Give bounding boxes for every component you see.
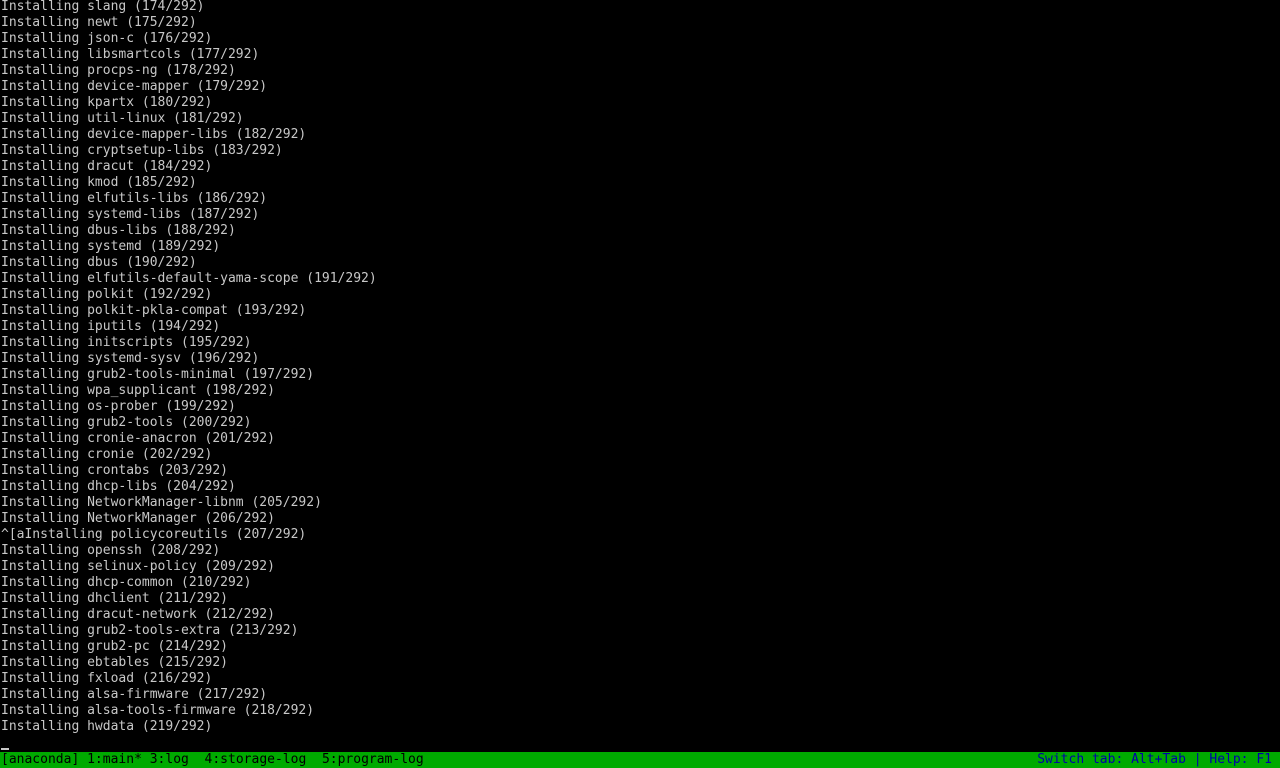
help-hint: Switch tab: Alt+Tab | Help: F1 <box>1037 752 1272 767</box>
text-cursor <box>1 748 9 750</box>
log-line: Installing NetworkManager-libnm (205/292… <box>1 495 322 510</box>
log-line: ^[aInstalling policycoreutils (207/292) <box>1 527 307 542</box>
tab-program-log[interactable]: 5:program-log <box>322 752 424 767</box>
terminal-screen: Installing slang (174/292) Installing ne… <box>0 0 1280 768</box>
log-line: Installing grub2-tools-extra (213/292) <box>1 623 299 638</box>
log-line: Installing procps-ng (178/292) <box>1 63 236 78</box>
log-line: Installing polkit-pkla-compat (193/292) <box>1 303 307 318</box>
log-line: Installing hwdata (219/292) <box>1 719 213 734</box>
log-line: Installing grub2-pc (214/292) <box>1 639 228 654</box>
log-line: Installing device-mapper-libs (182/292) <box>1 127 307 142</box>
log-line: Installing dhcp-libs (204/292) <box>1 479 236 494</box>
log-line: Installing dracut-network (212/292) <box>1 607 275 622</box>
log-line: Installing json-c (176/292) <box>1 31 213 46</box>
tmux-status-bar: [anaconda] 1:main* 3:log 4:storage-log 5… <box>0 752 1280 768</box>
log-line: Installing NetworkManager (206/292) <box>1 511 275 526</box>
log-line: Installing openssh (208/292) <box>1 543 221 558</box>
log-line: Installing polkit (192/292) <box>1 287 213 302</box>
log-line: Installing grub2-tools (200/292) <box>1 415 252 430</box>
log-line: Installing newt (175/292) <box>1 15 197 30</box>
log-line: Installing cronie-anacron (201/292) <box>1 431 275 446</box>
log-line: Installing kmod (185/292) <box>1 175 197 190</box>
log-line: Installing util-linux (181/292) <box>1 111 244 126</box>
log-line: Installing dbus-libs (188/292) <box>1 223 236 238</box>
log-line: Installing iputils (194/292) <box>1 319 221 334</box>
log-line: Installing kpartx (180/292) <box>1 95 213 110</box>
log-line: Installing grub2-tools-minimal (197/292) <box>1 367 315 382</box>
log-line: Installing selinux-policy (209/292) <box>1 559 275 574</box>
install-log: Installing slang (174/292) Installing ne… <box>1 0 1279 735</box>
log-line: Installing os-prober (199/292) <box>1 399 236 414</box>
log-line: Installing systemd-sysv (196/292) <box>1 351 260 366</box>
log-line: Installing elfutils-libs (186/292) <box>1 191 268 206</box>
log-line: Installing dhcp-common (210/292) <box>1 575 252 590</box>
log-line: Installing alsa-tools-firmware (218/292) <box>1 703 315 718</box>
log-line: Installing dracut (184/292) <box>1 159 213 174</box>
session-name: [anaconda] <box>1 752 80 767</box>
log-line: Installing cronie (202/292) <box>1 447 213 462</box>
log-line: Installing device-mapper (179/292) <box>1 79 268 94</box>
log-line: Installing fxload (216/292) <box>1 671 213 686</box>
log-line: Installing systemd-libs (187/292) <box>1 207 260 222</box>
tab-storage-log[interactable]: 4:storage-log <box>205 752 307 767</box>
log-line: Installing alsa-firmware (217/292) <box>1 687 268 702</box>
log-line: Installing ebtables (215/292) <box>1 655 228 670</box>
log-line: Installing elfutils-default-yama-scope (… <box>1 271 377 286</box>
log-line: Installing dbus (190/292) <box>1 255 197 270</box>
log-line: Installing libsmartcols (177/292) <box>1 47 260 62</box>
log-line: Installing initscripts (195/292) <box>1 335 252 350</box>
status-left: [anaconda] 1:main* 3:log 4:storage-log 5… <box>1 752 424 768</box>
log-line: Installing wpa_supplicant (198/292) <box>1 383 275 398</box>
tab-main[interactable]: 1:main* <box>87 752 142 767</box>
tab-log[interactable]: 3:log <box>150 752 189 767</box>
log-line: Installing dhclient (211/292) <box>1 591 228 606</box>
log-line: Installing systemd (189/292) <box>1 239 221 254</box>
log-line: Installing slang (174/292) <box>1 0 205 14</box>
log-line: Installing crontabs (203/292) <box>1 463 228 478</box>
log-line: Installing cryptsetup-libs (183/292) <box>1 143 283 158</box>
